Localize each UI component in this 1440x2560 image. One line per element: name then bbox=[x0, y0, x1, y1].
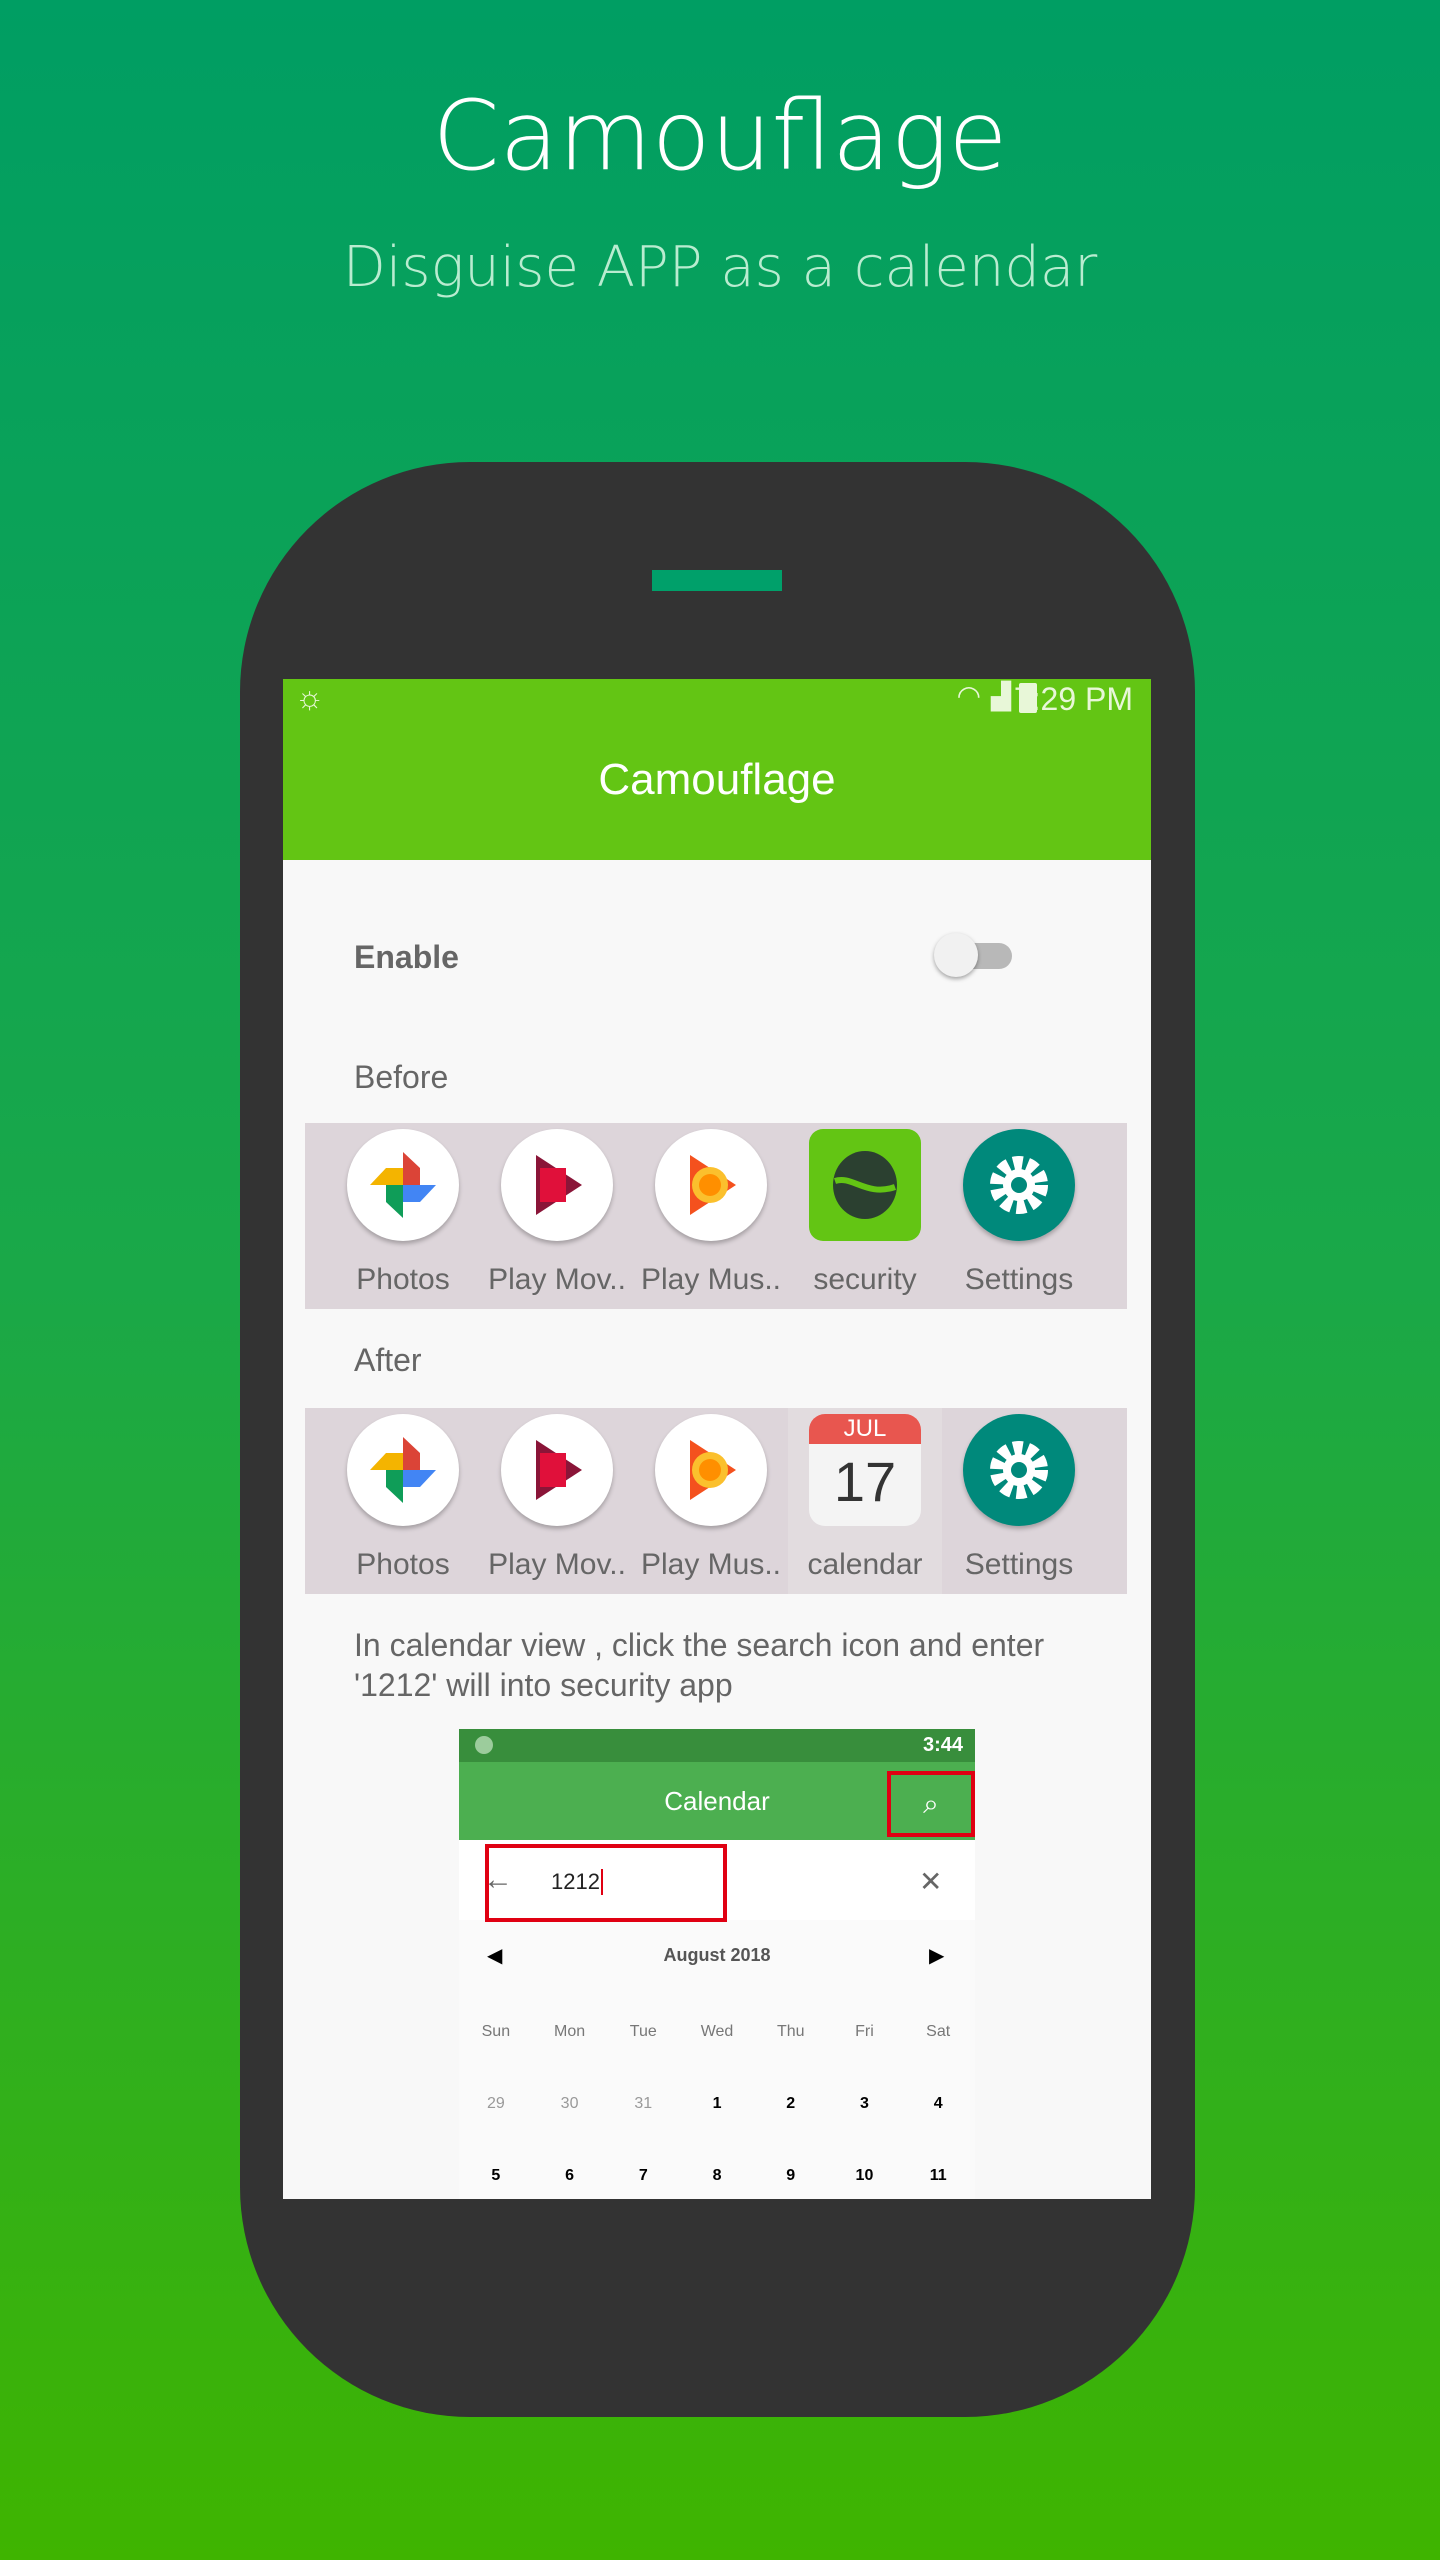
app-settings[interactable]: Settings bbox=[942, 1408, 1096, 1594]
enable-toggle[interactable] bbox=[934, 933, 1012, 977]
app-play-music[interactable]: Play Mus.. bbox=[634, 1123, 788, 1309]
play-movies-icon bbox=[501, 1414, 613, 1526]
weather-icon: ☼ bbox=[295, 679, 325, 715]
search-input[interactable]: 1212 bbox=[551, 1869, 603, 1895]
phone-screen: ☼ ◠ ▟ 7:29 PM Camouflage Enable Before P… bbox=[283, 679, 1151, 2199]
shot-status-bar: 3:44 bbox=[459, 1729, 975, 1762]
promo-title: Camouflage bbox=[432, 80, 1008, 192]
app-bar-title: Camouflage bbox=[598, 755, 836, 804]
app-security[interactable]: security bbox=[788, 1123, 942, 1309]
search-highlight bbox=[485, 1844, 727, 1922]
enable-label: Enable bbox=[354, 939, 459, 975]
wifi-icon: ◠ bbox=[956, 680, 981, 711]
phone-speaker bbox=[652, 570, 782, 591]
month-title: August 2018 bbox=[663, 1945, 771, 1965]
back-arrow-icon[interactable]: ← bbox=[483, 1863, 513, 1897]
app-play-movies[interactable]: Play Mov.. bbox=[480, 1123, 634, 1309]
app-bar: Camouflage bbox=[283, 719, 1151, 860]
settings-gear-icon bbox=[963, 1129, 1075, 1241]
signal-icon: ▟ bbox=[991, 681, 1011, 711]
before-apps-row: Photos Play Mov.. Play Mus.. security Se… bbox=[305, 1123, 1127, 1309]
app-settings[interactable]: Settings bbox=[942, 1123, 1096, 1309]
clear-icon[interactable]: ✕ bbox=[919, 1865, 942, 1898]
app-play-movies[interactable]: Play Mov.. bbox=[480, 1408, 634, 1594]
after-apps-row: Photos Play Mov.. Play Mus.. JUL 17 cale… bbox=[305, 1408, 1127, 1594]
app-photos[interactable]: Photos bbox=[326, 1123, 480, 1309]
next-month-icon[interactable]: ▶ bbox=[929, 1943, 944, 1968]
week-row[interactable]: 5 6 7 8 9 10 11 bbox=[459, 2167, 975, 2185]
security-globe-icon bbox=[809, 1129, 921, 1241]
app-play-music[interactable]: Play Mus.. bbox=[634, 1408, 788, 1594]
play-music-icon bbox=[655, 1129, 767, 1241]
photos-pinwheel-icon bbox=[347, 1414, 459, 1526]
status-bar: ☼ ◠ ▟ 7:29 PM bbox=[283, 679, 1151, 719]
calendar-screenshot: 3:44 Calendar ⌕ ← 1212 ✕ ◀ August 2018 ▶… bbox=[459, 1729, 975, 2199]
search-icon[interactable]: ⌕ bbox=[887, 1771, 975, 1837]
status-time: 7:29 PM bbox=[1013, 681, 1133, 717]
settings-gear-icon bbox=[963, 1414, 1075, 1526]
week-row[interactable]: 29 30 31 1 2 3 4 bbox=[459, 2095, 975, 2113]
instruction-text: In calendar view , click the search icon… bbox=[354, 1627, 1045, 1703]
weekday-header: Sun Mon Tue Wed Thu Fri Sat bbox=[481, 2023, 951, 2040]
before-label: Before bbox=[354, 1059, 449, 1095]
photos-pinwheel-icon bbox=[347, 1129, 459, 1241]
calendar-icon: JUL 17 bbox=[809, 1414, 921, 1526]
after-label: After bbox=[354, 1342, 422, 1378]
app-calendar[interactable]: JUL 17 calendar bbox=[788, 1408, 942, 1594]
app-photos[interactable]: Photos bbox=[326, 1408, 480, 1594]
play-movies-icon bbox=[501, 1129, 613, 1241]
play-music-icon bbox=[655, 1414, 767, 1526]
promo-subtitle: Disguise APP as a calendar bbox=[342, 235, 1098, 300]
